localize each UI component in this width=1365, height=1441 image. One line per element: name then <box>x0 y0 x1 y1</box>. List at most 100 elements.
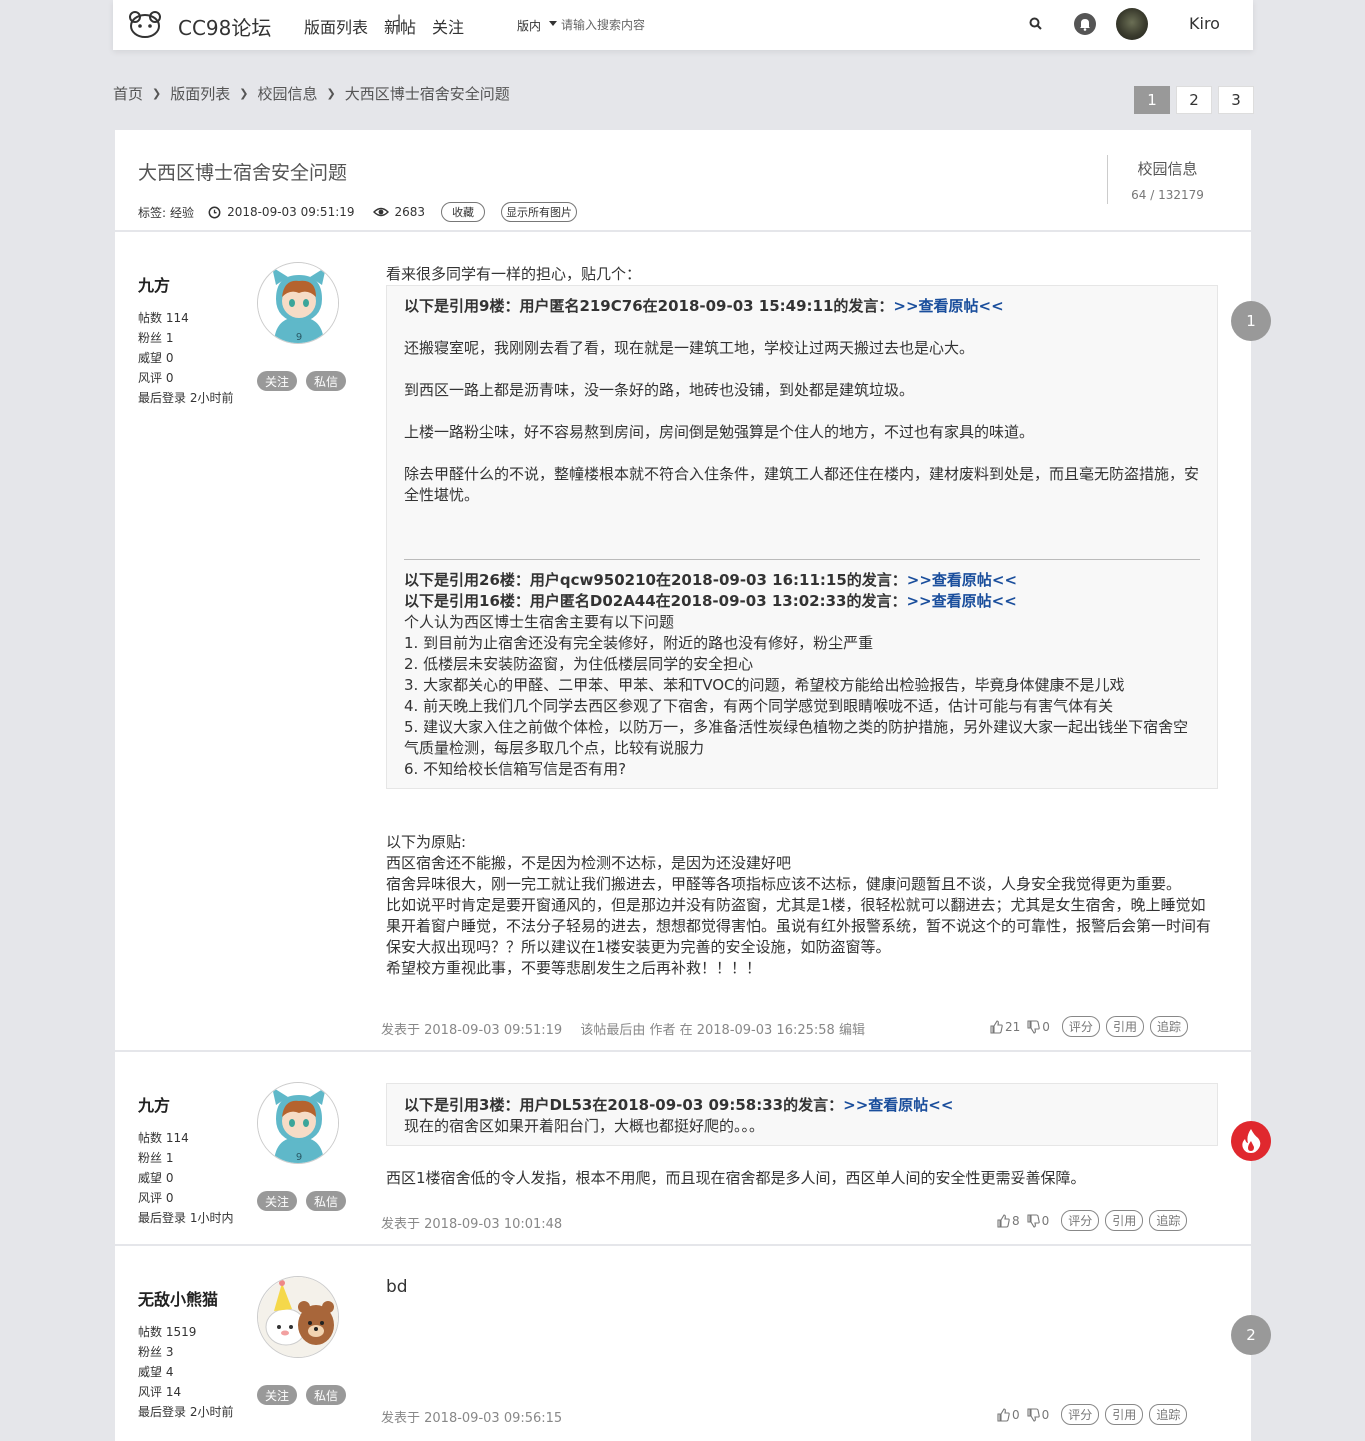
breadcrumb-home[interactable]: 首页 <box>113 83 143 104</box>
like-button[interactable]: 0 <box>996 1408 1020 1422</box>
view-original-link[interactable]: >>查看原帖<< <box>893 297 1003 315</box>
rate-button[interactable]: 评分 <box>1061 1016 1100 1037</box>
quote-header: 以下是引用26楼：用户qcw950210在2018-09-03 16:11:15… <box>404 571 907 589</box>
trace-button[interactable]: 追踪 <box>1149 1210 1188 1231</box>
like-button[interactable]: 21 <box>989 1020 1020 1034</box>
trace-button[interactable]: 追踪 <box>1149 1404 1188 1425</box>
like-button[interactable]: 8 <box>996 1214 1020 1228</box>
author-last-login: 最后登录 1小时内 <box>138 1211 234 1225</box>
view-count: 2683 <box>394 205 426 219</box>
view-original-link[interactable]: >>查看原帖<< <box>907 571 1017 589</box>
svg-text:9: 9 <box>296 332 302 343</box>
thumbs-up-icon <box>990 1019 1003 1034</box>
quote-button[interactable]: 引用 <box>1105 1404 1144 1425</box>
search-input[interactable] <box>559 13 759 37</box>
view-original-link[interactable]: >>查看原帖<< <box>843 1096 953 1114</box>
author-last-login: 最后登录 2小时前 <box>138 391 234 405</box>
post-author[interactable]: 无敌小熊猫 <box>138 1286 218 1310</box>
author-avatar[interactable]: 9 <box>257 262 339 344</box>
follow-button[interactable]: 关注 <box>257 1385 297 1405</box>
author-post-count: 帖数 114 <box>138 1131 189 1145</box>
dislike-button[interactable]: 0 <box>1026 1407 1049 1422</box>
edit-note: 该帖最后由 作者 在 2018-09-03 16:25:58 编辑 <box>580 1023 865 1038</box>
tag-label: 标签: <box>138 205 167 220</box>
topic-title: 大西区博士宿舍安全问题 <box>138 162 348 184</box>
follow-button[interactable]: 关注 <box>257 1191 297 1211</box>
post-author[interactable]: 九方 <box>138 1092 170 1116</box>
post-author[interactable]: 九方 <box>138 272 170 296</box>
post-footer: 发表于 2018-09-03 09:56:15 <box>381 1407 562 1426</box>
breadcrumb-board[interactable]: 校园信息 <box>257 83 317 104</box>
breadcrumb-board-list[interactable]: 版面列表 <box>170 83 230 104</box>
message-button[interactable]: 私信 <box>306 371 346 391</box>
author-avatar[interactable]: 9 <box>257 1082 339 1164</box>
breadcrumb-current: 大西区博士宿舍安全问题 <box>344 85 510 103</box>
svg-text:9: 9 <box>296 1152 302 1163</box>
nav-new-posts[interactable]: 新帖 <box>384 14 416 38</box>
author-prestige: 威望 4 <box>138 1365 174 1379</box>
user-avatar[interactable] <box>1116 8 1148 40</box>
username[interactable]: Kiro <box>1189 14 1220 33</box>
topic-tag[interactable]: 经验 <box>170 204 194 221</box>
board-info: 校园信息 64 / 132179 <box>1107 155 1227 204</box>
author-rating: 风评 14 <box>138 1385 182 1399</box>
search-icon[interactable] <box>1028 16 1044 32</box>
board-name[interactable]: 校园信息 <box>1108 158 1227 179</box>
dislike-button[interactable]: 0 <box>1026 1213 1050 1228</box>
quote-line: 2. 低楼层未安装防盗窗，为住低楼层同学的安全担心 <box>404 655 754 673</box>
hot-flame-icon <box>1231 1121 1271 1161</box>
thumbs-up-icon <box>997 1213 1010 1228</box>
page-button-3[interactable]: 3 <box>1218 86 1254 114</box>
quote-paragraph: 除去甲醛什么的不说，整幢楼根本就不符合入住条件，建筑工人都还住在楼内，建材废料到… <box>404 465 1200 504</box>
nav-board-list[interactable]: 版面列表 <box>304 14 368 38</box>
floor-badge: 2 <box>1231 1315 1271 1355</box>
message-button[interactable]: 私信 <box>306 1191 346 1211</box>
quote-body: 现在的宿舍区如果开着阳台门，大概也都挺好爬的。。。 <box>404 1117 765 1135</box>
rate-button[interactable]: 评分 <box>1061 1210 1100 1231</box>
caret-down-icon[interactable] <box>549 21 557 26</box>
thumbs-down-icon <box>1027 1213 1040 1228</box>
quote-button[interactable]: 引用 <box>1105 1016 1144 1037</box>
site-brand[interactable]: CC98论坛 <box>178 12 271 41</box>
post-time: 发表于 2018-09-03 09:56:15 <box>381 1411 563 1426</box>
top-navbar: CC98论坛 | 版面列表 新帖 关注 版内 Kiro <box>113 0 1253 50</box>
follow-button[interactable]: 关注 <box>257 371 297 391</box>
dislike-button[interactable]: 0 <box>1026 1020 1050 1034</box>
dislike-count: 0 <box>1041 1213 1050 1228</box>
rate-button[interactable]: 评分 <box>1061 1404 1100 1425</box>
quote-block: 以下是引用9楼：用户匿名219C76在2018-09-03 15:49:11的发… <box>386 285 1218 789</box>
favorite-button[interactable]: 收藏 <box>441 202 486 222</box>
like-count: 8 <box>1012 1213 1020 1228</box>
author-rating: 风评 0 <box>138 371 174 385</box>
author-avatar[interactable] <box>257 1276 339 1358</box>
quote-line: 3. 大家都关心的甲醛、二甲苯、甲苯、苯和TVOC的问题，希望校方能给出检验报告… <box>404 676 1125 694</box>
breadcrumb: 首页 ❯ 版面列表 ❯ 校园信息 ❯ 大西区博士宿舍安全问题 <box>113 83 510 104</box>
search-scope-select[interactable]: 版内 <box>517 17 541 34</box>
board-stats: 64 / 132179 <box>1131 188 1204 202</box>
post-body: 西区1楼宿舍低的令人发指，根本不用爬，而且现在宿舍都是多人间，西区单人间的安全性… <box>386 1169 1086 1187</box>
author-post-count: 帖数 1519 <box>138 1325 197 1339</box>
page-button-1[interactable]: 1 <box>1134 86 1170 114</box>
quote-block: 以下是引用3楼：用户DL53在2018-09-03 09:58:33的发言：>>… <box>386 1083 1218 1146</box>
page-button-2[interactable]: 2 <box>1176 86 1212 114</box>
post-body: 以下为原贴: 西区宿舍还不能搬，不是因为检测不达标，是因为还没建好吧 宿舍异味很… <box>386 832 1220 979</box>
view-original-link[interactable]: >>查看原帖<< <box>906 592 1016 610</box>
body-line: 宿舍异味很大，刚一完工就让我们搬进去，甲醛等各项指标应该不达标，健康问题暂且不谈… <box>386 875 1182 893</box>
post-actions: 21 0 评分 引用 追踪 <box>989 1016 1188 1037</box>
show-images-button[interactable]: 显示所有图片 <box>501 202 578 222</box>
nav-following[interactable]: 关注 <box>432 14 464 38</box>
author-stats: 帖数 114 粉丝 1 威望 0 风评 0 最后登录 2小时前 <box>138 308 233 408</box>
author-prestige: 威望 0 <box>138 351 174 365</box>
thumbs-down-icon <box>1027 1407 1040 1422</box>
post-actions: 0 0 评分 引用 追踪 <box>996 1404 1188 1425</box>
trace-button[interactable]: 追踪 <box>1149 1016 1188 1037</box>
quote-paragraph: 还搬寝室呢，我刚刚去看了看，现在就是一建筑工地，学校让过两天搬过去也是心大。 <box>404 339 975 357</box>
quote-header: 以下是引用9楼：用户匿名219C76在2018-09-03 15:49:11的发… <box>404 297 894 315</box>
bell-icon[interactable] <box>1073 12 1097 36</box>
chevron-right-icon: ❯ <box>239 87 249 100</box>
topic-header: 大西区博士宿舍安全问题 标签: 经验 2018-09-03 09:51:19 2… <box>115 130 1251 230</box>
author-fans: 粉丝 1 <box>138 331 174 345</box>
message-button[interactable]: 私信 <box>306 1385 346 1405</box>
quote-button[interactable]: 引用 <box>1105 1210 1144 1231</box>
cc98-logo-icon[interactable] <box>127 10 163 40</box>
